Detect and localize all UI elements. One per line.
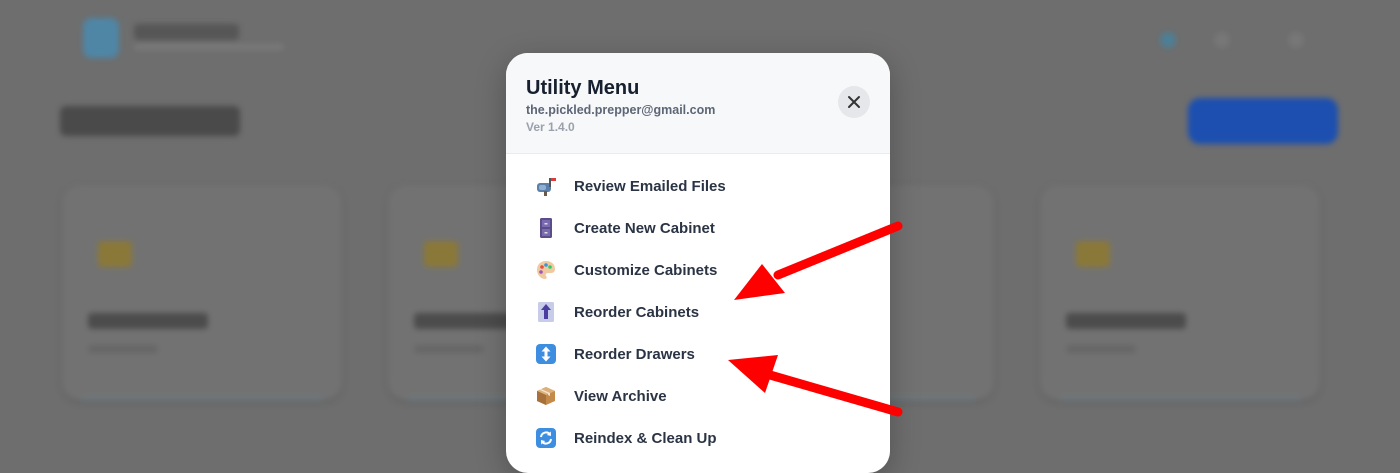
app-brand-name (134, 24, 239, 40)
menu-item-label: Reorder Drawers (574, 345, 695, 363)
menu-item-label: Create New Cabinet (574, 219, 715, 237)
card-title (88, 313, 208, 329)
utility-menu-modal: Utility Menu the.pickled.prepper@gmail.c… (506, 53, 890, 473)
card-title (1066, 313, 1186, 329)
app-brand-tagline (134, 44, 284, 50)
menu-item-reorder-cabinets[interactable]: Reorder Cabinets (534, 297, 864, 327)
folder-icon (1076, 241, 1110, 267)
cabinet-card (1040, 185, 1320, 400)
card-subtitle (1066, 345, 1136, 353)
app-version: Ver 1.4.0 (526, 120, 575, 134)
menu-item-reindex-clean-up[interactable]: Reindex & Clean Up (534, 423, 864, 453)
cabinet-card (62, 185, 342, 400)
card-accent-bar (1060, 397, 1300, 400)
app-logo (83, 18, 119, 58)
primary-action-button (1188, 98, 1338, 144)
modal-header: Utility Menu the.pickled.prepper@gmail.c… (506, 53, 890, 154)
refresh-icon (534, 426, 558, 450)
account-email: the.pickled.prepper@gmail.com (526, 103, 716, 117)
menu-item-customize-cabinets[interactable]: Customize Cabinets (534, 255, 864, 285)
mailbox-icon (534, 174, 558, 198)
header-icon (1214, 32, 1230, 48)
palette-icon (534, 258, 558, 282)
header-icon (1288, 32, 1304, 48)
menu-item-label: Customize Cabinets (574, 261, 718, 279)
menu-item-label: Reorder Cabinets (574, 303, 700, 321)
folder-icon (98, 241, 132, 267)
package-icon (534, 384, 558, 408)
modal-title: Utility Menu (526, 77, 640, 99)
menu-item-reorder-drawers[interactable]: Reorder Drawers (534, 339, 864, 369)
menu-item-label: Reindex & Clean Up (574, 429, 717, 447)
folder-icon (424, 241, 458, 267)
card-subtitle (88, 345, 158, 353)
menu-item-create-new-cabinet[interactable]: Create New Cabinet (534, 213, 864, 243)
menu-item-label: View Archive (574, 387, 667, 405)
menu-item-review-emailed-files[interactable]: Review Emailed Files (534, 171, 864, 201)
up-arrow-icon (534, 300, 558, 324)
header-icon (1160, 32, 1176, 48)
page-heading (60, 106, 240, 136)
card-subtitle (414, 345, 484, 353)
card-accent-bar (82, 397, 322, 400)
file-cabinet-icon (534, 216, 558, 240)
menu-item-label: Review Emailed Files (574, 177, 726, 195)
menu-item-view-archive[interactable]: View Archive (534, 381, 864, 411)
close-button[interactable] (838, 86, 870, 118)
close-icon (847, 95, 861, 109)
up-down-arrow-icon (534, 342, 558, 366)
